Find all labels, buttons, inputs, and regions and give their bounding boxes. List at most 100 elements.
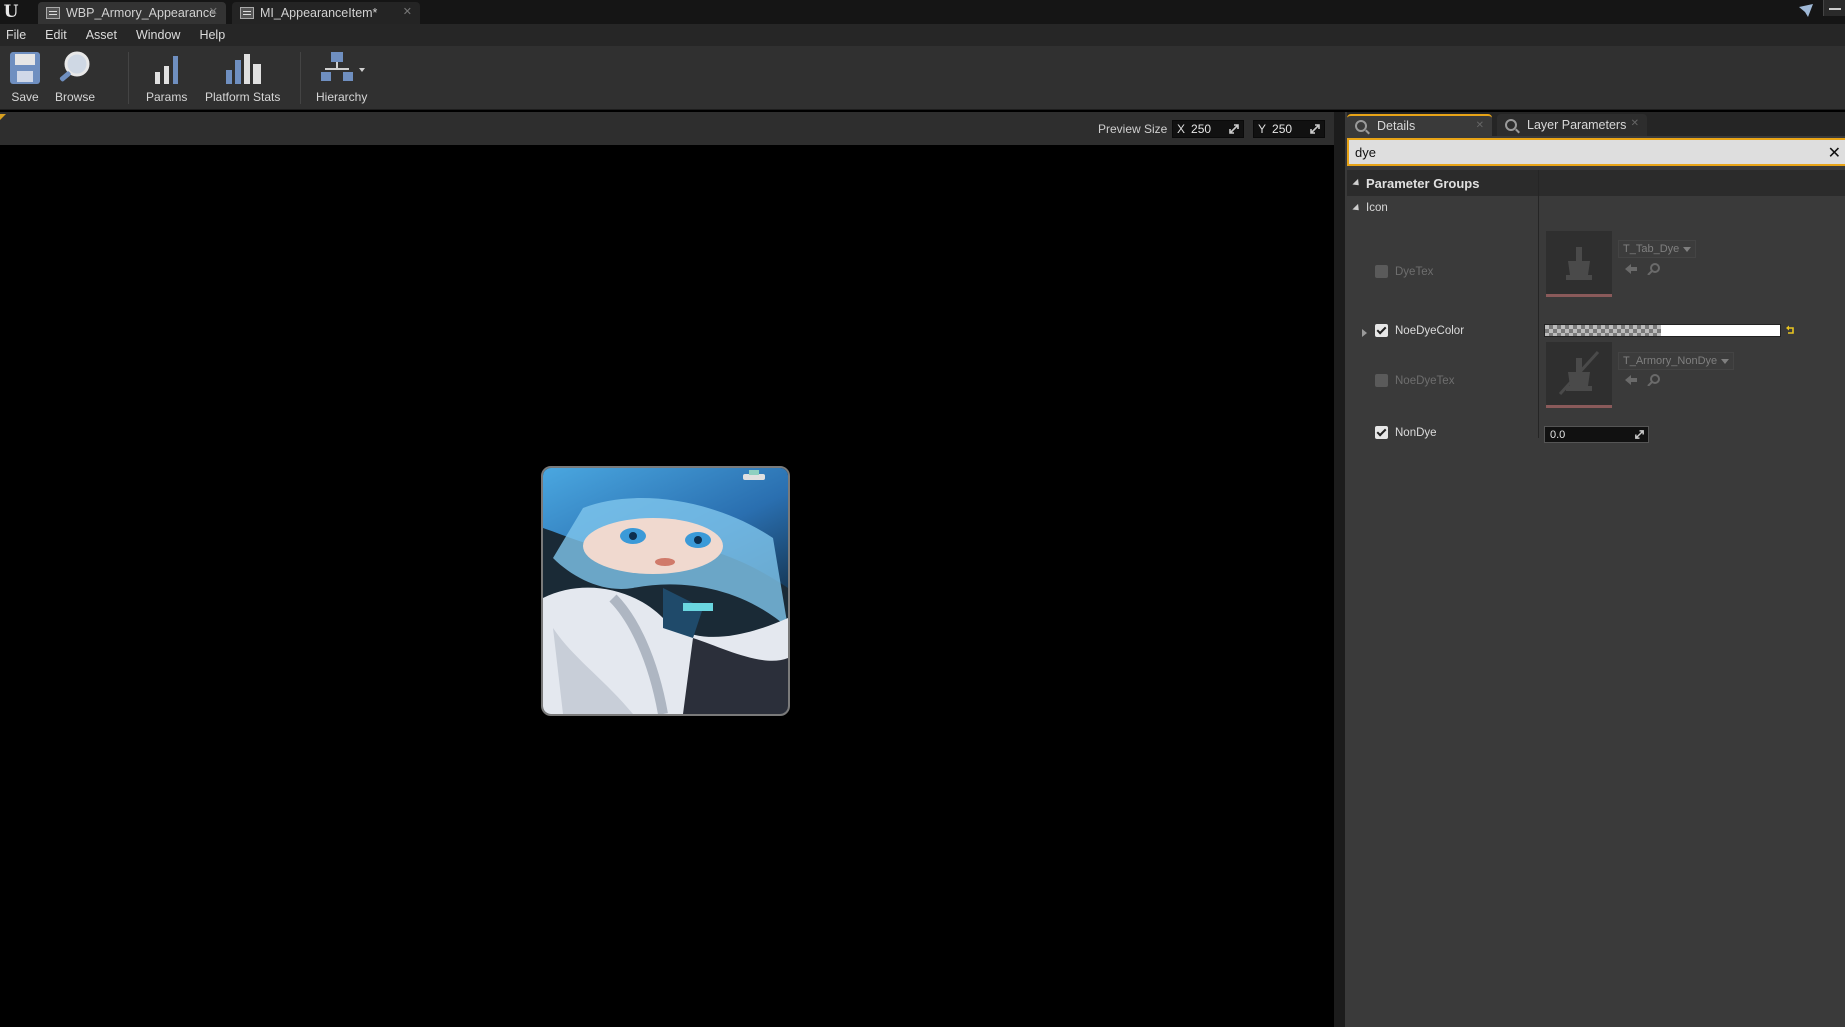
tab-layer-parameters[interactable]: Layer Parameters ✕ — [1497, 114, 1647, 136]
noedyecolor-color-swatch[interactable] — [1544, 324, 1781, 337]
save-button[interactable]: Save — [8, 50, 42, 104]
menu-bar: File Edit Asset Window Help — [0, 24, 1845, 46]
unreal-logo-icon[interactable]: U — [0, 0, 22, 24]
clear-search-icon[interactable]: ✕ — [1828, 143, 1841, 163]
title-bar: U WBP_Armory_Appearance ✕ MI_AppearanceI… — [0, 0, 1845, 24]
param-row-nondye: NonDye 0.0 — [1347, 426, 1845, 452]
category-label: Icon — [1366, 202, 1388, 214]
browse-asset-icon[interactable] — [1647, 263, 1661, 275]
panel-splitter[interactable] — [1334, 112, 1345, 1027]
category-icon[interactable]: Icon — [1347, 196, 1845, 220]
use-selected-arrow-icon[interactable] — [1624, 263, 1638, 275]
save-label: Save — [11, 90, 39, 104]
close-tab-icon[interactable]: ✕ — [1631, 118, 1639, 129]
chevron-down-icon — [1721, 358, 1730, 364]
tab-layer-parameters-label: Layer Parameters — [1527, 118, 1627, 132]
reset-to-default-icon[interactable] — [1785, 325, 1795, 335]
spin-arrows-icon — [1635, 430, 1644, 439]
noedyetex-thumbnail[interactable] — [1546, 342, 1612, 408]
tab-details-label: Details — [1377, 119, 1416, 133]
color-preview — [1661, 325, 1780, 336]
y-axis-label: Y — [1258, 122, 1267, 136]
collapse-arrow-icon — [1352, 203, 1362, 213]
nondye-override-checkbox[interactable] — [1375, 426, 1388, 439]
preview-image-card — [541, 466, 790, 716]
noedyetex-asset-dropdown[interactable]: T_Armory_NonDye — [1618, 352, 1735, 370]
nondye-value-field[interactable]: 0.0 — [1544, 426, 1649, 443]
parameter-groups-label: Parameter Groups — [1366, 175, 1480, 191]
details-magnifier-icon — [1355, 120, 1367, 132]
browse-button[interactable]: Browse — [55, 50, 95, 104]
browse-magnifier-icon — [59, 51, 90, 82]
hierarchy-label: Hierarchy — [316, 90, 368, 104]
spin-arrows-icon — [1310, 124, 1320, 134]
close-tab-icon[interactable]: ✕ — [403, 5, 412, 18]
toolbar: Save Browse Params Platform Stats Hierar… — [0, 46, 1845, 110]
noedyetex-override-checkbox[interactable] — [1375, 374, 1388, 387]
search-input[interactable] — [1349, 140, 1845, 164]
browse-asset-icon[interactable] — [1647, 374, 1661, 386]
menu-asset[interactable]: Asset — [86, 28, 117, 42]
dyetex-asset-dropdown[interactable]: T_Tab_Dye — [1618, 240, 1697, 258]
material-instance-icon — [240, 7, 254, 19]
platform-stats-label: Platform Stats — [205, 90, 281, 104]
tab-wbp-armory-appearance[interactable]: WBP_Armory_Appearance ✕ — [38, 2, 226, 24]
params-label: Params — [146, 90, 188, 104]
toolbar-separator — [128, 52, 129, 104]
close-tab-icon[interactable]: ✕ — [209, 5, 218, 18]
platform-stats-icon — [225, 54, 261, 84]
menu-window[interactable]: Window — [136, 28, 180, 42]
details-search: ✕ — [1347, 138, 1845, 166]
feedback-icon[interactable] — [1797, 3, 1815, 19]
dyetex-label: DyeTex — [1395, 265, 1434, 278]
toolbar-separator — [300, 52, 301, 104]
tab-details[interactable]: Details ✕ — [1347, 114, 1492, 136]
menu-help[interactable]: Help — [199, 28, 225, 42]
nondye-label: NonDye — [1395, 426, 1437, 439]
param-row-noedyetex: NoeDyeTex T_Armory_NonDye — [1347, 342, 1845, 424]
details-tab-strip: Details ✕ Layer Parameters ✕ — [1347, 112, 1845, 136]
menu-edit[interactable]: Edit — [45, 28, 67, 42]
dyetex-override-checkbox[interactable] — [1375, 265, 1388, 278]
minimize-button[interactable] — [1823, 0, 1845, 16]
tab-label: MI_AppearanceItem* — [260, 6, 378, 20]
preview-size-x-field[interactable]: X 250 — [1172, 120, 1244, 138]
tab-mi-appearance-item[interactable]: MI_AppearanceItem* ✕ — [232, 2, 420, 24]
menu-file[interactable]: File — [6, 28, 26, 42]
x-value: 250 — [1191, 122, 1212, 136]
alpha-preview — [1545, 325, 1661, 336]
noedyecolor-label: NoeDyeColor — [1395, 324, 1465, 337]
preview-size-label: Preview Size — [1098, 122, 1168, 136]
preview-size-y-field[interactable]: Y 250 — [1253, 120, 1325, 138]
browse-label: Browse — [55, 90, 96, 104]
y-value: 250 — [1272, 122, 1293, 136]
parameter-groups-header[interactable]: Parameter Groups — [1347, 170, 1845, 196]
save-icon — [10, 52, 40, 84]
param-noedyetex: NoeDyeTex — [1375, 374, 1454, 387]
close-tab-icon[interactable]: ✕ — [1476, 120, 1484, 131]
widget-blueprint-icon — [46, 7, 60, 19]
crossed-brush-icon — [1558, 350, 1600, 396]
params-icon — [154, 56, 178, 84]
platform-stats-button[interactable]: Platform Stats — [205, 50, 280, 104]
dyetex-asset-name: T_Tab_Dye — [1623, 243, 1680, 255]
hierarchy-button[interactable]: Hierarchy — [316, 50, 367, 104]
use-selected-arrow-icon[interactable] — [1624, 374, 1638, 386]
brush-icon — [1566, 247, 1592, 280]
param-noedyecolor: NoeDyeColor — [1375, 324, 1464, 337]
hierarchy-icon — [320, 52, 365, 81]
noedyetex-label: NoeDyeTex — [1395, 374, 1455, 387]
spin-arrows-icon — [1229, 124, 1239, 134]
x-axis-label: X — [1177, 122, 1186, 136]
viewport-corner-marker — [0, 114, 6, 120]
chevron-down-icon — [1683, 246, 1692, 252]
noedyetex-asset-name: T_Armory_NonDye — [1623, 355, 1718, 367]
layer-parameters-magnifier-icon — [1505, 119, 1517, 131]
details-panel: Details ✕ Layer Parameters ✕ ✕ Parameter… — [1345, 112, 1845, 1027]
param-row-dyetex: DyeTex T_Tab_Dye — [1347, 220, 1845, 324]
noedyecolor-override-checkbox[interactable] — [1375, 324, 1388, 337]
viewport-header: Preview Size X 250 Y 250 — [0, 112, 1336, 145]
params-button[interactable]: Params — [146, 50, 187, 104]
dyetex-thumbnail[interactable] — [1546, 231, 1612, 297]
expand-arrow-icon[interactable] — [1362, 329, 1367, 337]
